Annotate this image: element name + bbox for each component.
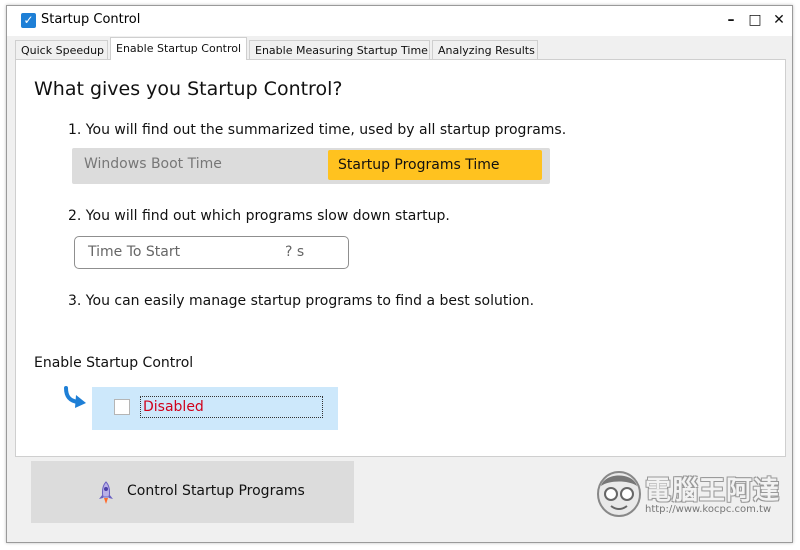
tab-panel: What gives you Startup Control? 1. You w…: [15, 59, 786, 457]
control-startup-programs-button[interactable]: Control Startup Programs: [31, 461, 354, 523]
startup-programs-time-segment: Startup Programs Time: [328, 150, 542, 180]
app-window: ✓ Startup Control – □ ✕ Quick Speedup En…: [6, 5, 793, 543]
tab-quick-speedup[interactable]: Quick Speedup: [15, 40, 108, 59]
curved-arrow-icon: [64, 386, 86, 408]
title-bar: ✓ Startup Control – □ ✕: [7, 6, 792, 36]
app-checkmark-icon: ✓: [21, 13, 36, 28]
maximize-button[interactable]: □: [744, 9, 766, 31]
enable-checkbox[interactable]: [114, 399, 130, 415]
time-segment-bar: Windows Boot Time Startup Programs Time: [72, 148, 550, 184]
watermark-url: http://www.kocpc.com.tw: [645, 504, 772, 515]
minimize-button[interactable]: –: [720, 9, 742, 31]
tab-enable-startup-control[interactable]: Enable Startup Control: [110, 37, 247, 60]
time-to-start-box: Time To Start ? s: [74, 236, 349, 269]
close-button[interactable]: ✕: [768, 9, 790, 31]
step-2-text: 2. You will find out which programs slow…: [68, 208, 450, 224]
control-startup-programs-label: Control Startup Programs: [127, 483, 305, 499]
window-title: Startup Control: [41, 12, 141, 27]
rocket-icon: [99, 481, 113, 504]
watermark: 電腦王阿達 http://www.kocpc.com.tw: [595, 466, 790, 522]
enable-status-label[interactable]: Disabled: [140, 396, 323, 418]
tab-enable-measuring-startup-time[interactable]: Enable Measuring Startup Time: [249, 40, 430, 59]
time-to-start-label: Time To Start: [88, 244, 181, 260]
step-1-text: 1. You will find out the summarized time…: [68, 122, 567, 138]
watermark-brand-text: 電腦王阿達: [645, 476, 781, 506]
panel-heading: What gives you Startup Control?: [34, 78, 343, 100]
windows-boot-time-segment: Windows Boot Time: [84, 156, 222, 172]
step-3-text: 3. You can easily manage startup program…: [68, 293, 535, 309]
tab-analyzing-results[interactable]: Analyzing Results: [432, 40, 538, 59]
enable-toggle-area[interactable]: Disabled: [92, 387, 338, 430]
time-to-start-value: ? s: [285, 244, 305, 260]
mascot-logo-icon: [597, 471, 641, 517]
enable-startup-control-label: Enable Startup Control: [34, 355, 194, 371]
